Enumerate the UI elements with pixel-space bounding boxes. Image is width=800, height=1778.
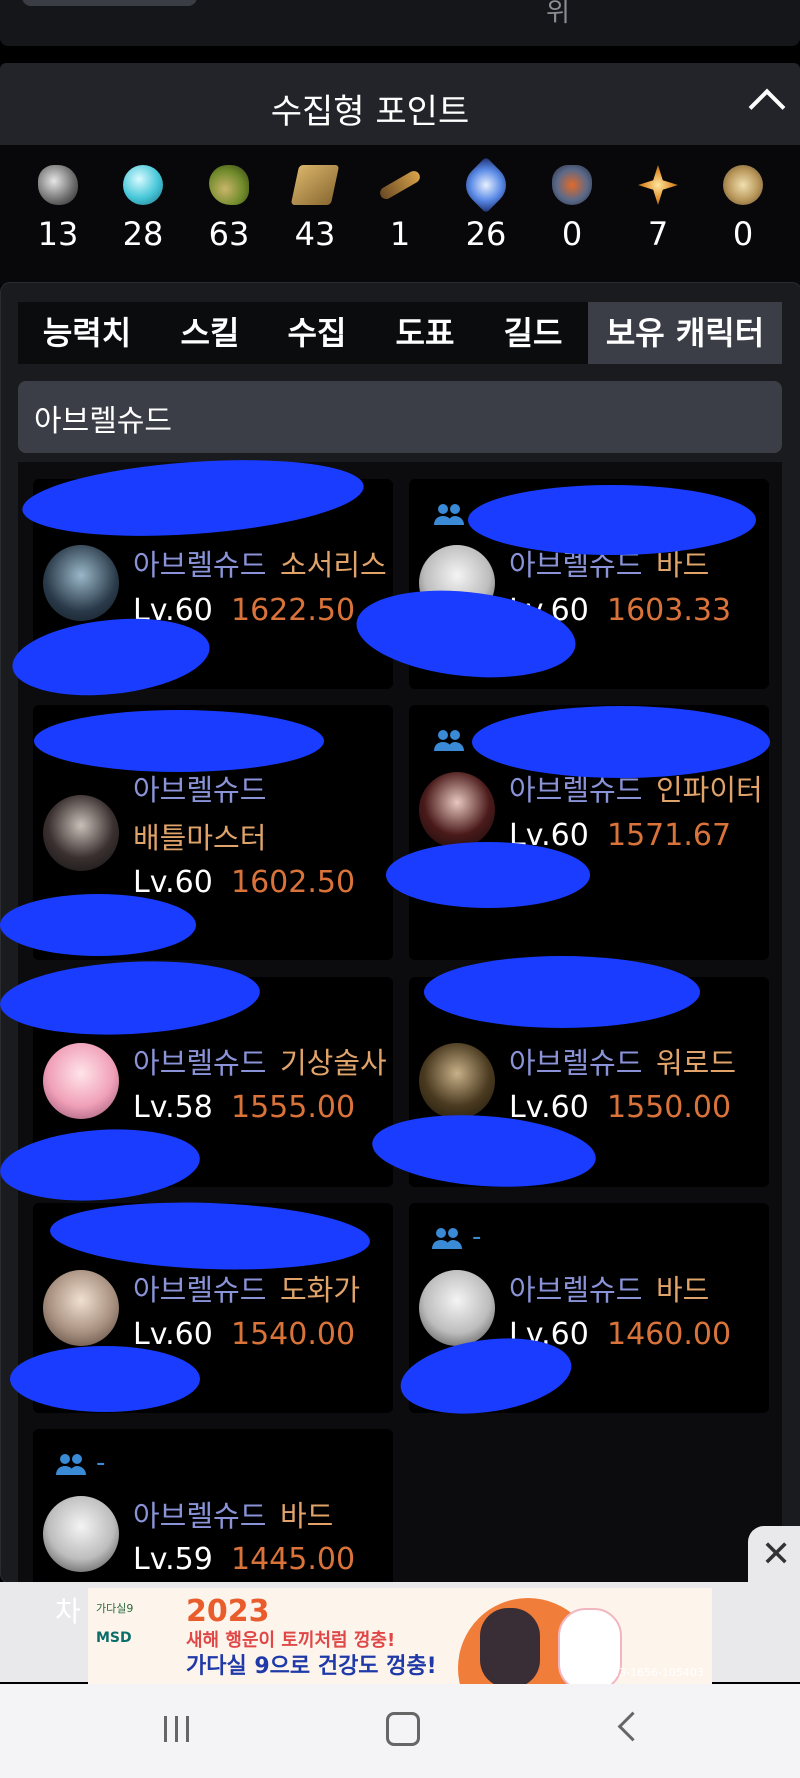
point-value: 0 bbox=[732, 215, 754, 253]
character-server: 아브렐슈드 bbox=[133, 1046, 267, 1080]
party-icon bbox=[56, 1454, 86, 1475]
avatar bbox=[419, 772, 495, 848]
ad-product: 가다실9 bbox=[96, 1602, 134, 1615]
character-item-level: 1540.00 bbox=[231, 1317, 356, 1352]
character-level: Lv.58 bbox=[133, 1090, 213, 1125]
point-leaf-star: 26 bbox=[443, 156, 529, 253]
top-bar: 위 bbox=[0, 0, 800, 46]
tab-stats[interactable]: 능력치 bbox=[28, 302, 146, 364]
avatar bbox=[43, 1496, 119, 1572]
avatar bbox=[419, 1043, 495, 1119]
character-level: Lv.59 bbox=[133, 1542, 213, 1577]
telescope-icon bbox=[377, 168, 423, 202]
tab-guild[interactable]: 길드 bbox=[486, 302, 580, 364]
character-item-level: 1603.33 bbox=[607, 593, 732, 628]
recent-apps-icon[interactable] bbox=[162, 1714, 192, 1744]
sprout-icon bbox=[209, 165, 249, 205]
redaction-mark bbox=[0, 894, 196, 956]
point-heart-seed: 13 bbox=[15, 165, 101, 253]
character-level: Lv.60 bbox=[133, 1317, 213, 1352]
collection-points-title: 수집형 포인트 bbox=[270, 92, 470, 132]
medal-icon bbox=[723, 165, 763, 205]
point-sprout: 63 bbox=[186, 165, 272, 253]
character-class: 워로드 bbox=[656, 1046, 737, 1080]
character-server: 아브렐슈드 bbox=[133, 548, 267, 582]
top-partial-label: 위 bbox=[546, 0, 570, 28]
character-server: 아브렐슈드 bbox=[509, 1046, 643, 1080]
redaction-mark bbox=[468, 485, 756, 555]
point-medal: 0 bbox=[700, 165, 786, 253]
tab-collection[interactable]: 수집 bbox=[270, 302, 364, 364]
guild-name: - bbox=[472, 1222, 482, 1252]
avatar bbox=[43, 1043, 119, 1119]
character-class: 도화가 bbox=[280, 1273, 361, 1307]
redaction-mark bbox=[424, 956, 700, 1028]
character-server: 아브렐슈드 bbox=[133, 1499, 267, 1533]
server-search[interactable] bbox=[18, 381, 782, 455]
character-server: 아브렐슈드 bbox=[133, 773, 267, 807]
ad-line2: 가다실 9으로 건강도 껑충! bbox=[186, 1654, 437, 1679]
point-value: 7 bbox=[647, 215, 669, 253]
tab-owned-characters[interactable]: 보유 캐릭터 bbox=[588, 302, 782, 364]
point-globe-island: 28 bbox=[100, 165, 186, 253]
server-search-input[interactable] bbox=[32, 381, 766, 455]
character-item-level: 1460.00 bbox=[607, 1317, 732, 1352]
avatar bbox=[43, 1270, 119, 1346]
crest-icon bbox=[552, 165, 592, 205]
redaction-mark bbox=[34, 710, 324, 772]
character-class: 배틀마스터 bbox=[133, 821, 267, 855]
close-ad-button[interactable]: ✕ bbox=[748, 1526, 800, 1582]
globe-island-icon bbox=[123, 165, 163, 205]
character-class: 바드 bbox=[656, 1273, 710, 1307]
point-value: 43 bbox=[294, 215, 336, 253]
ad-year: 2023 bbox=[186, 1594, 270, 1629]
partial-text: 차 bbox=[55, 1595, 81, 1628]
avatar bbox=[419, 1270, 495, 1346]
point-value: 1 bbox=[389, 215, 411, 253]
redaction-mark bbox=[10, 1346, 200, 1412]
character-server: 아브렐슈드 bbox=[133, 1273, 267, 1307]
heart-seed-icon bbox=[38, 165, 78, 205]
point-crest: 0 bbox=[529, 165, 615, 253]
party-icon bbox=[434, 504, 464, 525]
party-icon bbox=[434, 730, 464, 751]
point-map-scroll: 43 bbox=[272, 165, 358, 253]
party-icon bbox=[432, 1228, 462, 1249]
map-scroll-icon bbox=[290, 165, 340, 205]
character-class: 소서리스 bbox=[280, 548, 387, 582]
point-value: 13 bbox=[37, 215, 79, 253]
ad-code: 2023-1656-105403 bbox=[598, 1666, 704, 1679]
leaf-star-icon bbox=[457, 156, 515, 214]
character-server: 아브렐슈드 bbox=[509, 1273, 643, 1307]
tab-charts[interactable]: 도표 bbox=[378, 302, 472, 364]
ad-banner[interactable]: 가다실9 MSD 2023 새해 행운이 토끼처럼 껑충! 가다실 9으로 건강… bbox=[88, 1588, 712, 1684]
point-value: 28 bbox=[122, 215, 164, 253]
point-value: 0 bbox=[561, 215, 583, 253]
point-value: 26 bbox=[465, 215, 507, 253]
point-telescope: 1 bbox=[357, 165, 443, 253]
character-class: 기상술사 bbox=[280, 1046, 387, 1080]
character-item-level: 1571.67 bbox=[607, 818, 732, 853]
ad-brand: MSD bbox=[96, 1630, 132, 1646]
redaction-mark bbox=[386, 842, 590, 908]
home-icon[interactable] bbox=[386, 1712, 420, 1746]
character-item-level: 1622.50 bbox=[231, 593, 356, 628]
character-item-level: 1550.00 bbox=[607, 1090, 732, 1125]
character-item-level: 1555.00 bbox=[231, 1090, 356, 1125]
guild-name: - bbox=[96, 1448, 106, 1478]
tab-skills[interactable]: 스킬 bbox=[163, 302, 257, 364]
point-value: 63 bbox=[208, 215, 250, 253]
avatar bbox=[43, 545, 119, 621]
point-compass-star: 7 bbox=[615, 165, 701, 253]
avatar bbox=[43, 795, 119, 871]
compass-star-icon bbox=[638, 165, 678, 205]
top-pill[interactable] bbox=[22, 0, 197, 6]
rabbit-dark-graphic bbox=[480, 1608, 540, 1684]
close-icon: ✕ bbox=[761, 1534, 792, 1575]
character-level: Lv.60 bbox=[133, 865, 213, 900]
redaction-mark bbox=[472, 706, 770, 778]
character-item-level: 1445.00 bbox=[231, 1542, 356, 1577]
character-item-level: 1602.50 bbox=[231, 865, 356, 900]
character-class: 바드 bbox=[280, 1499, 334, 1533]
